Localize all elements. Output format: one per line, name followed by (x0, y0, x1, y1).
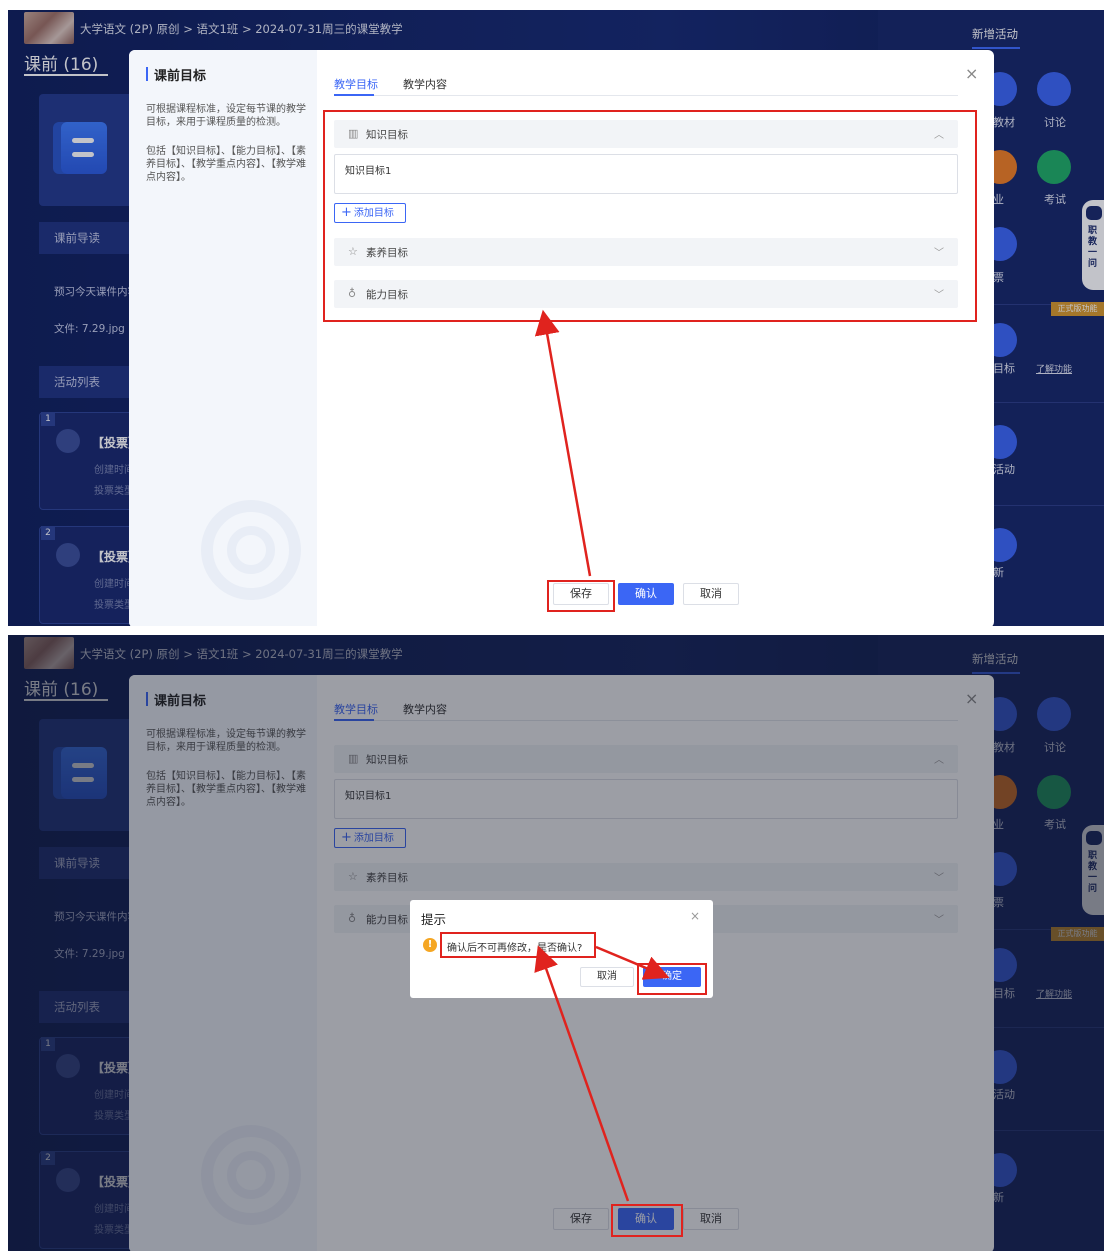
modal-description: 可根据课程标准，设定每节课的教学目标，来用于课程质量的检测。 (146, 104, 306, 128)
confirm-button[interactable]: 确认 (618, 583, 674, 605)
title-accent-bar (146, 67, 148, 81)
tab-divider (334, 95, 958, 96)
screenshot-step-2: 大学语文 (2P) 原创 > 语文1班 > 2024-07-31周三的课堂教学 … (8, 635, 1104, 1251)
close-icon[interactable]: × (690, 909, 700, 923)
dialog-title: 提示 (421, 912, 447, 927)
tab-active-underline (334, 94, 374, 96)
target-illustration-inner (227, 526, 275, 574)
dialog-cancel-button[interactable]: 取消 (580, 967, 634, 987)
modal-title: 课前目标 (154, 69, 207, 84)
warning-icon: ! (423, 938, 437, 952)
tab-teaching-goal[interactable]: 教学目标 (334, 76, 378, 92)
close-icon[interactable]: × (965, 64, 978, 83)
annotation-box-message (440, 932, 596, 958)
tab-teaching-content[interactable]: 教学内容 (403, 76, 447, 92)
annotation-box-ok (637, 963, 707, 995)
screenshot-step-1: 大学语文 (2P) 原创 > 语文1班 > 2024-07-31周三的课堂教学 … (8, 10, 1104, 626)
modal-description-2: 包括【知识目标】、【能力目标】、【素养目标】、【教学重点内容】、【教学难点内容】… (146, 146, 306, 183)
annotation-box-goals (323, 110, 977, 322)
annotation-box-save (547, 580, 615, 612)
cancel-button[interactable]: 取消 (683, 583, 739, 605)
annotation-box-confirm (611, 1204, 683, 1237)
